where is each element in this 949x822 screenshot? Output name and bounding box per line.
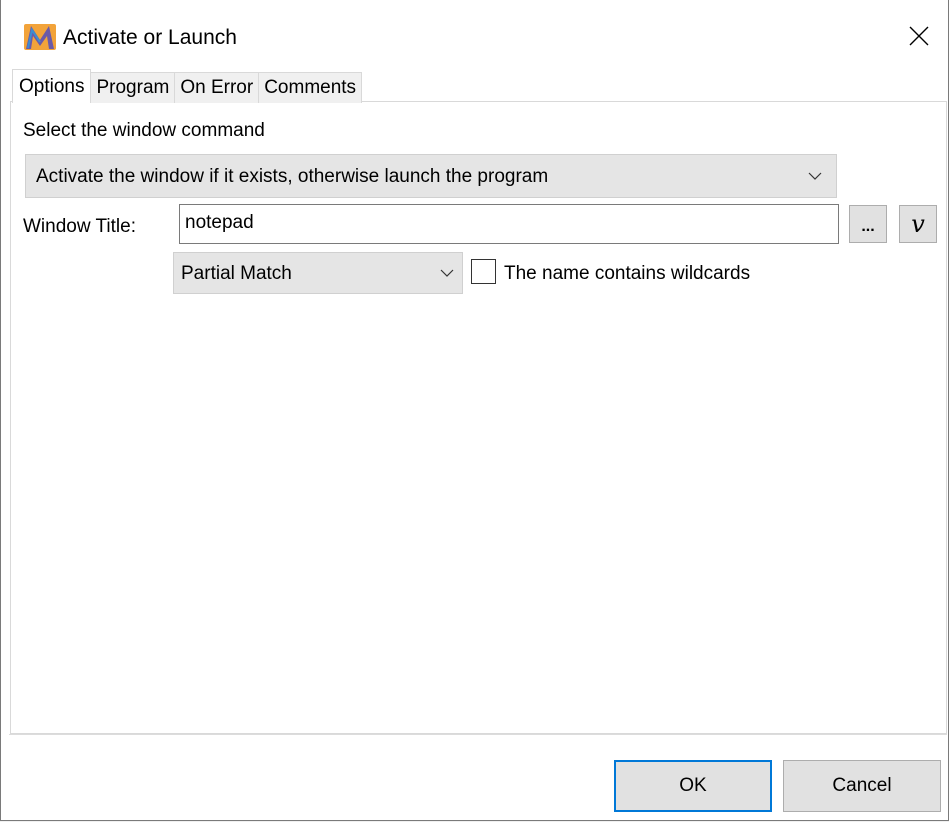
match-type-value: Partial Match <box>181 263 292 284</box>
tab-comments[interactable]: Comments <box>258 72 363 103</box>
wildcards-checkbox[interactable] <box>471 259 496 284</box>
window-command-dropdown[interactable]: Activate the window if it exists, otherw… <box>25 154 837 198</box>
chevron-down-icon <box>440 269 454 277</box>
select-command-label: Select the window command <box>23 120 265 141</box>
window-command-value: Activate the window if it exists, otherw… <box>36 166 549 187</box>
chevron-down-icon <box>808 172 822 180</box>
title-bar: Activate or Launch <box>1 0 948 72</box>
tab-strip: Options Program On Error Comments <box>12 69 363 103</box>
tab-options[interactable]: Options <box>12 69 92 103</box>
cancel-button[interactable]: Cancel <box>783 760 941 812</box>
window-title-input[interactable]: notepad <box>179 204 839 244</box>
close-icon <box>909 26 929 46</box>
macro-m-logo-icon <box>23 22 57 52</box>
tab-program[interactable]: Program <box>90 72 176 103</box>
match-type-dropdown[interactable]: Partial Match <box>173 252 463 294</box>
tab-on-error[interactable]: On Error <box>174 72 260 103</box>
footer-divider <box>9 734 947 735</box>
insert-variable-button[interactable]: v <box>899 205 937 243</box>
browse-button[interactable]: ... <box>849 205 887 243</box>
wildcards-label[interactable]: The name contains wildcards <box>504 260 750 288</box>
window-title-value: notepad <box>185 212 254 233</box>
close-button[interactable] <box>890 0 948 72</box>
window-title: Activate or Launch <box>63 26 237 49</box>
ok-button[interactable]: OK <box>614 760 772 812</box>
dialog-window: Activate or Launch Options Program On Er… <box>0 0 949 821</box>
window-title-label: Window Title: <box>23 216 136 237</box>
